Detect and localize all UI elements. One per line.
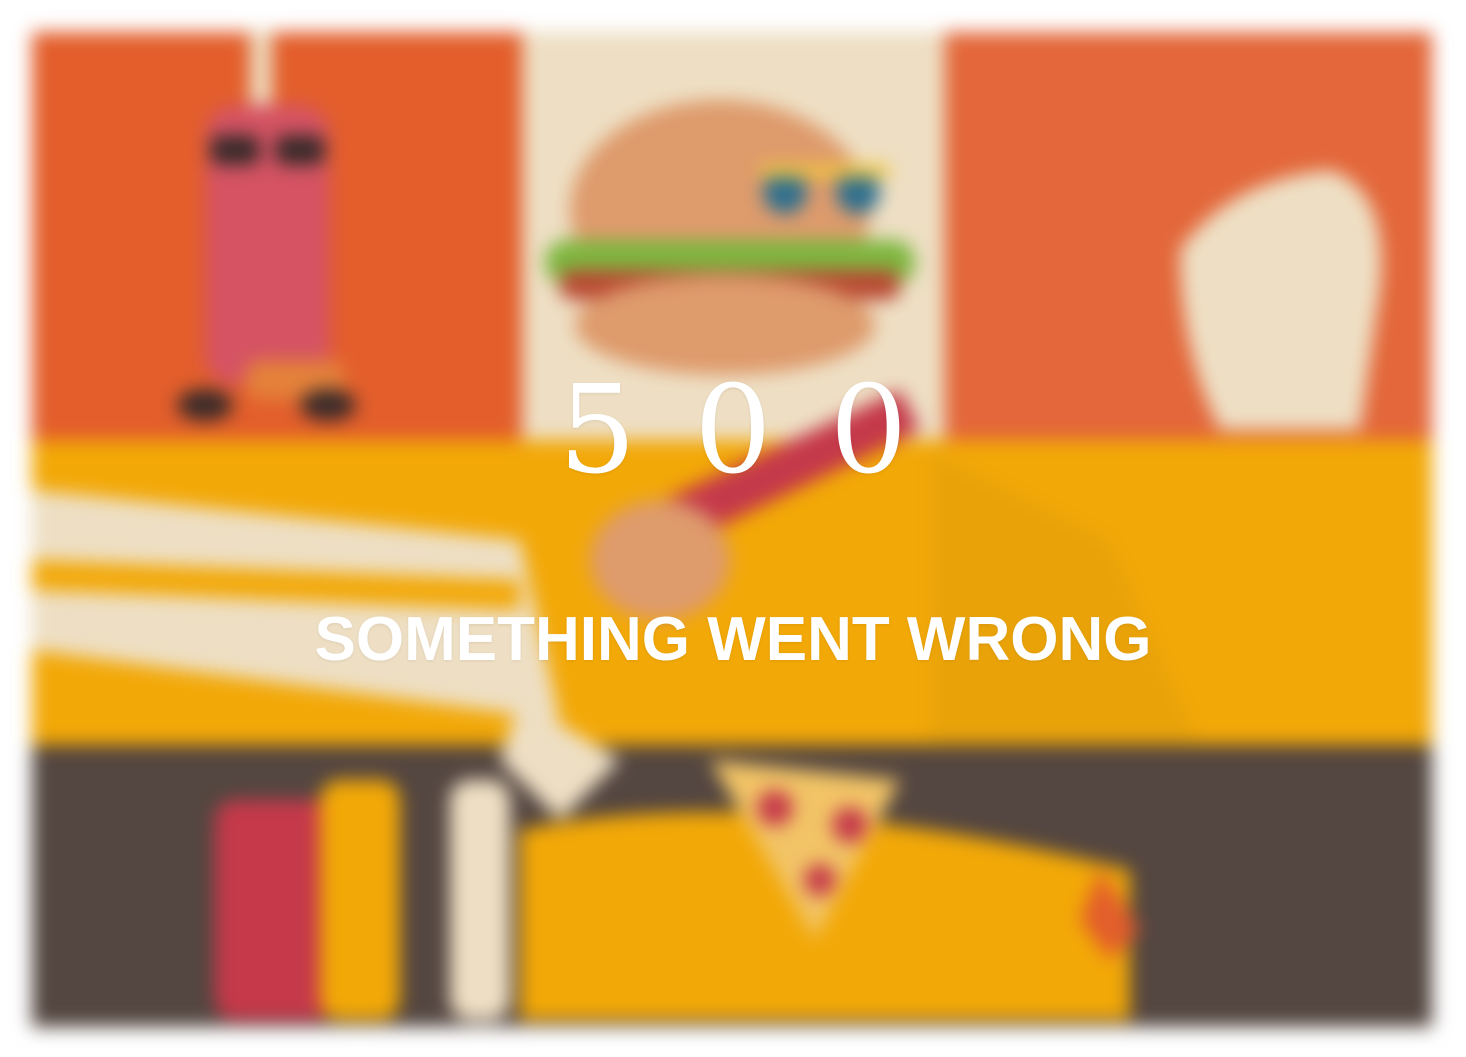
error-message: SOMETHING WENT WRONG (314, 605, 1152, 674)
error-code: 500 (558, 359, 966, 501)
error-page: 500 SOMETHING WENT WRONG (0, 0, 1466, 1057)
error-content: 500 SOMETHING WENT WRONG (0, 0, 1466, 1057)
